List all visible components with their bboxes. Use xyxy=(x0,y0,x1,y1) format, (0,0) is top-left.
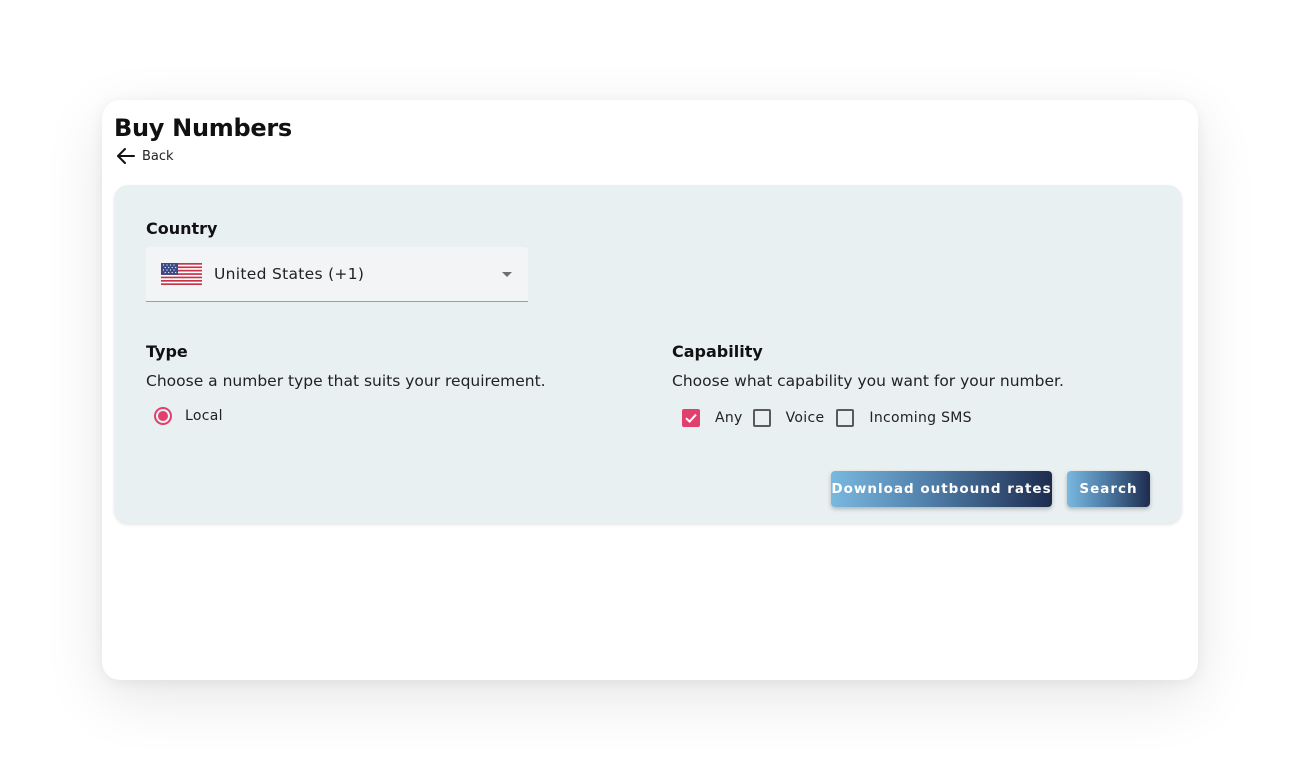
checkbox-checked-icon xyxy=(682,409,700,427)
radio-selected-icon xyxy=(154,407,172,425)
back-label: Back xyxy=(142,148,174,164)
checkbox-any[interactable]: Any xyxy=(682,409,743,427)
app-window: Buy Numbers Back Country United States (… xyxy=(102,100,1198,680)
country-label: Country xyxy=(146,219,218,238)
checkbox-incoming-sms-label: Incoming SMS xyxy=(869,410,972,426)
page-title: Buy Numbers xyxy=(114,114,292,142)
checkbox-unchecked-icon xyxy=(752,409,771,427)
checkbox-incoming-sms[interactable]: Incoming SMS xyxy=(836,409,972,427)
capability-label: Capability xyxy=(672,342,763,361)
radio-local[interactable]: Local xyxy=(154,407,223,425)
capability-description: Choose what capability you want for your… xyxy=(672,372,1064,390)
type-description: Choose a number type that suits your req… xyxy=(146,372,546,390)
checkbox-voice-label: Voice xyxy=(785,410,825,426)
checkbox-any-label: Any xyxy=(715,410,743,426)
download-outbound-rates-button[interactable]: Download outbound rates xyxy=(831,471,1052,507)
chevron-down-icon xyxy=(502,271,512,277)
arrow-left-icon xyxy=(116,147,136,165)
capability-options: Any Voice Incoming SMS xyxy=(682,409,972,427)
back-link[interactable]: Back xyxy=(116,147,174,165)
search-panel: Country United States (+1) Type Choose a… xyxy=(114,185,1182,523)
type-label: Type xyxy=(146,342,188,361)
search-button[interactable]: Search xyxy=(1067,471,1150,507)
checkbox-unchecked-icon xyxy=(836,409,855,427)
country-select-value: United States (+1) xyxy=(214,265,365,283)
radio-local-label: Local xyxy=(185,408,223,424)
us-flag-icon xyxy=(161,263,202,285)
checkbox-voice[interactable]: Voice xyxy=(752,409,825,427)
country-select[interactable]: United States (+1) xyxy=(146,247,528,302)
